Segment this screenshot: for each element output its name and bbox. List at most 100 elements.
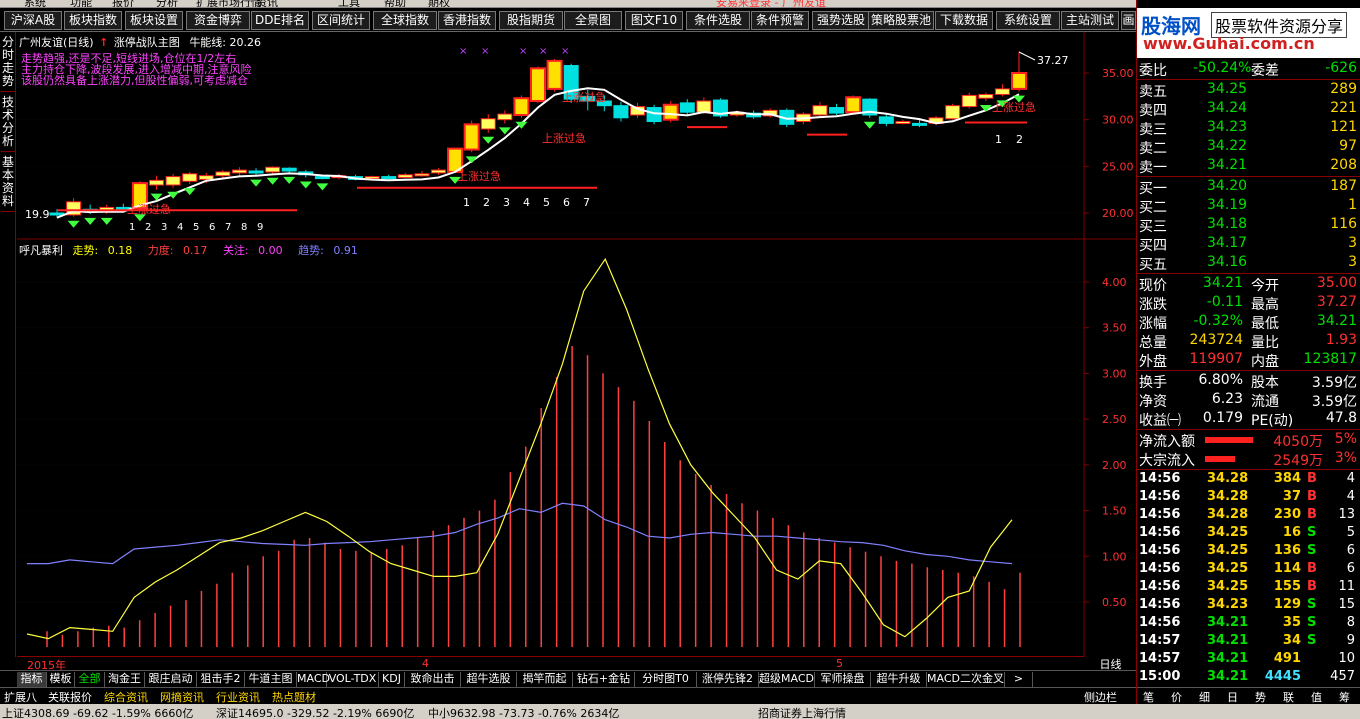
info-tab-related-quote[interactable]: 关联报价 bbox=[48, 689, 92, 705]
buy-level-row[interactable]: 买一 34.20 187 bbox=[1137, 178, 1360, 197]
trend-value: 0.91 bbox=[333, 244, 358, 257]
buy-level-row[interactable]: 买三 34.18 116 bbox=[1137, 216, 1360, 235]
nav-button-13[interactable]: 强势选股 bbox=[812, 11, 870, 30]
chart-area[interactable]: 35.00 30.00 25.00 20.00 上涨过急 上涨过急 上涨过急 上涨过急 上涨过急… bbox=[17, 32, 1136, 657]
nav-button-6[interactable]: 全球指数 bbox=[373, 11, 437, 30]
quote-tab-1[interactable]: 价 bbox=[1171, 689, 1182, 705]
sell-level-row[interactable]: 卖四 34.24 221 bbox=[1137, 100, 1360, 119]
info-tab-industry[interactable]: 行业资讯 bbox=[216, 689, 260, 705]
menu-item-5[interactable]: 资讯 bbox=[256, 0, 278, 7]
indicator-tab-3[interactable]: 淘金王 bbox=[105, 672, 145, 687]
tab-basic-info[interactable]: 基本资料 bbox=[1, 156, 15, 212]
tab-intraday[interactable]: 分时走势 bbox=[1, 36, 15, 92]
nav-button-7[interactable]: 香港指数 bbox=[438, 11, 496, 30]
attention-value: 0.00 bbox=[258, 244, 283, 257]
indicator-tab-8[interactable]: VOL-TDX bbox=[327, 672, 379, 687]
nav-button-11[interactable]: 条件选股 bbox=[686, 11, 750, 30]
indicator-tab-1[interactable]: 模板 bbox=[47, 672, 75, 687]
indicator-tab-6[interactable]: 牛道主图 bbox=[245, 672, 297, 687]
indicator-tab-12[interactable]: 揭竿而起 bbox=[517, 672, 573, 687]
nav-button-18[interactable]: 画 bbox=[1121, 11, 1136, 30]
quote-tab-4[interactable]: 势 bbox=[1255, 689, 1266, 705]
indicator-tab-16[interactable]: 超级MACD bbox=[759, 672, 815, 687]
status-sz-index[interactable]: 深证14695.0 -329.52 -2.19% 6690亿 bbox=[216, 705, 414, 719]
sell-level-price: 34.24 bbox=[1207, 100, 1248, 116]
trend-label: 趋势: bbox=[298, 244, 324, 257]
menu-item-1[interactable]: 功能 bbox=[70, 0, 92, 7]
nav-button-4[interactable]: DDE排名 bbox=[251, 11, 309, 30]
indicator-name[interactable]: 呼凡暴利 bbox=[19, 244, 63, 257]
nav-button-12[interactable]: 条件预警 bbox=[751, 11, 809, 30]
period-daily-button[interactable]: 日线 bbox=[1085, 656, 1136, 671]
indicator-tab-11[interactable]: 超牛选股 bbox=[461, 672, 517, 687]
nav-button-17[interactable]: 主站测试 bbox=[1061, 11, 1119, 30]
info-tab-news[interactable]: 综合资讯 bbox=[104, 689, 148, 705]
nav-button-3[interactable]: 资金博弈 bbox=[186, 11, 250, 30]
magenta-marker: × bbox=[481, 46, 489, 57]
sell-level-row[interactable]: 卖二 34.22 97 bbox=[1137, 138, 1360, 157]
menu-item-3[interactable]: 分析 bbox=[156, 0, 178, 7]
nav-button-10[interactable]: 图文F10 bbox=[625, 11, 683, 30]
nav-button-1[interactable]: 板块指数 bbox=[64, 11, 122, 30]
buy-level-row[interactable]: 买四 34.17 3 bbox=[1137, 235, 1360, 254]
quote-tab-5[interactable]: 联 bbox=[1283, 689, 1294, 705]
up-candle bbox=[414, 173, 430, 177]
banner-ad[interactable]: 股海网 股票软件资源分享 www.Guhai.com.cn bbox=[1137, 8, 1360, 58]
formula-name[interactable]: 涨停战队主图 bbox=[114, 36, 180, 49]
sell-level-row[interactable]: 卖五 34.25 289 bbox=[1137, 81, 1360, 100]
count-label: 4 bbox=[177, 222, 183, 233]
nav-button-16[interactable]: 系统设置 bbox=[996, 11, 1060, 30]
up-candle bbox=[182, 173, 198, 182]
info-tab-sidebar[interactable]: 侧边栏 bbox=[1084, 689, 1117, 705]
buy-level-row[interactable]: 买二 34.19 1 bbox=[1137, 197, 1360, 216]
indicator-tab-18[interactable]: 超牛升级 bbox=[871, 672, 927, 687]
sell-level-row[interactable]: 卖三 34.23 121 bbox=[1137, 119, 1360, 138]
tab-technical-analysis[interactable]: 技术分析 bbox=[1, 96, 15, 152]
indicator-tab-10[interactable]: 致命出击 bbox=[405, 672, 461, 687]
indicator-tab-19[interactable]: MACD二次金叉 bbox=[927, 672, 1005, 687]
indicator-tab-7[interactable]: MACD bbox=[297, 672, 330, 687]
status-sh-index[interactable]: 上证4308.69 -69.62 -1.59% 6660亿 bbox=[2, 705, 193, 719]
quote-tab-0[interactable]: 笔 bbox=[1143, 689, 1154, 705]
buy-level-volume: 1 bbox=[1348, 197, 1357, 213]
info-tab-hot-topics[interactable]: 热点题材 bbox=[272, 689, 316, 705]
indicator-tab-0[interactable]: 指标 bbox=[17, 672, 47, 687]
buy-level-row[interactable]: 买五 34.16 3 bbox=[1137, 254, 1360, 273]
nav-button-14[interactable]: 策略股票池 bbox=[868, 11, 934, 30]
indicator-tab-13[interactable]: 钻石+金钻 bbox=[573, 672, 635, 687]
indicator-tab-14[interactable]: 分时图T0 bbox=[635, 672, 697, 687]
menu-item-8[interactable]: 期权 bbox=[428, 0, 450, 7]
indicator-tab-20[interactable]: > bbox=[1005, 672, 1033, 687]
menu-item-4[interactable]: 扩展市场行情 bbox=[196, 0, 262, 7]
nav-button-2[interactable]: 板块设置 bbox=[125, 11, 183, 30]
quote-tab-6[interactable]: 值 bbox=[1311, 689, 1322, 705]
indicator-tab-4[interactable]: 跟庄启动 bbox=[145, 672, 197, 687]
info-tab-digest[interactable]: 网摘资讯 bbox=[160, 689, 204, 705]
nav-button-8[interactable]: 股指期货 bbox=[499, 11, 563, 30]
count-label: 2 bbox=[1016, 133, 1023, 146]
nav-button-5[interactable]: 区间统计 bbox=[312, 11, 370, 30]
menu-item-6[interactable]: 工具 bbox=[338, 0, 360, 7]
nav-button-15[interactable]: 下载数据 bbox=[935, 11, 993, 30]
menu-item-2[interactable]: 报价 bbox=[112, 0, 134, 7]
fund-value: 0.179 bbox=[1202, 410, 1243, 426]
status-sme-index[interactable]: 中小9632.98 -73.73 -0.76% 2634亿 bbox=[428, 705, 619, 719]
kline-chart-svg[interactable]: 35.0030.0025.0020.00上涨过急上涨过急上涨过急上涨过急上涨过急… bbox=[17, 32, 1136, 657]
nav-button-0[interactable]: 沪深A股 bbox=[4, 11, 62, 30]
nav-button-9[interactable]: 全景图 bbox=[564, 11, 622, 30]
menu-item-0[interactable]: 系统 bbox=[24, 0, 46, 7]
info-tab-expand[interactable]: 扩展八 bbox=[4, 689, 37, 705]
quote-tab-3[interactable]: 日 bbox=[1227, 689, 1238, 705]
indicator-tab-2[interactable]: 全部 bbox=[75, 672, 105, 687]
indicator-tab-9[interactable]: KDJ bbox=[379, 672, 405, 687]
indicator-tab-17[interactable]: 军师操盘 bbox=[815, 672, 871, 687]
sell-level-row[interactable]: 卖一 34.21 208 bbox=[1137, 157, 1360, 176]
indicator-tab-5[interactable]: 狙击手2 bbox=[197, 672, 245, 687]
quote-tab-7[interactable]: 筹 bbox=[1339, 689, 1350, 705]
quote-tab-2[interactable]: 细 bbox=[1199, 689, 1210, 705]
tick-time: 14:56 bbox=[1139, 543, 1181, 558]
tick-count: 6 bbox=[1346, 543, 1355, 558]
fund-value: 3.59亿 bbox=[1311, 375, 1357, 391]
menu-item-7[interactable]: 帮助 bbox=[384, 0, 406, 7]
indicator-tab-15[interactable]: 涨停先锋2 bbox=[697, 672, 759, 687]
